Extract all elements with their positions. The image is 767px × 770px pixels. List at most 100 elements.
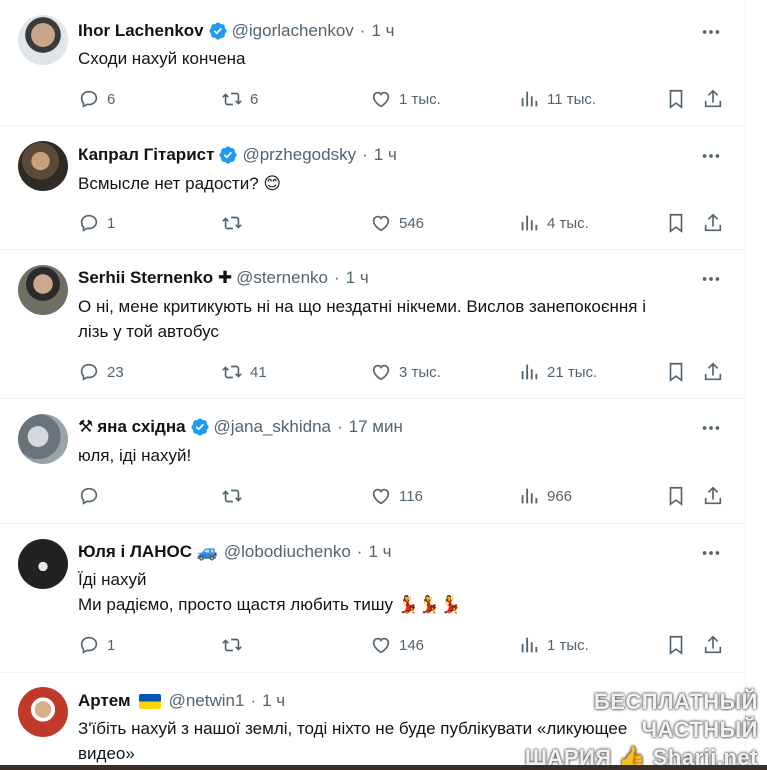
more-options-icon[interactable] bbox=[700, 417, 726, 437]
views-button[interactable]: 11 тыс. bbox=[518, 87, 596, 111]
heart-icon bbox=[372, 364, 390, 381]
bookmark-button[interactable] bbox=[665, 633, 687, 657]
timestamp[interactable]: 1 ч bbox=[368, 542, 391, 562]
share-button[interactable] bbox=[702, 484, 724, 508]
avatar[interactable] bbox=[18, 414, 68, 464]
heart-icon bbox=[372, 215, 390, 232]
reply-button[interactable]: 6 bbox=[78, 87, 115, 111]
views-icon bbox=[521, 215, 538, 231]
tweet[interactable]: Юля і ЛАНОС 🚙 @lobodiuchenko · 1 ч Їді н… bbox=[0, 524, 745, 673]
reply-button[interactable]: 1 bbox=[78, 211, 115, 235]
author-name[interactable]: Юля і ЛАНОС 🚙 bbox=[78, 542, 218, 562]
reply-icon bbox=[80, 636, 98, 654]
tweet-actions: 1 546 4 тыс. bbox=[78, 211, 728, 235]
author-name[interactable]: Ihor Lachenkov bbox=[78, 21, 204, 41]
author-handle[interactable]: @netwin1 bbox=[169, 691, 245, 711]
author-name[interactable]: Капрал Гітарист bbox=[78, 145, 214, 165]
share-icon bbox=[704, 89, 722, 108]
retweet-icon bbox=[222, 365, 242, 379]
tweet[interactable]: Капрал Гітарист @przhegodsky · 1 ч Всмыс… bbox=[0, 126, 745, 250]
views-count: 21 тыс. bbox=[547, 363, 598, 381]
author-handle[interactable]: @przhegodsky bbox=[242, 145, 356, 165]
more-options-icon[interactable] bbox=[700, 542, 726, 562]
share-button[interactable] bbox=[702, 633, 724, 657]
reply-button[interactable]: 1 bbox=[78, 633, 115, 657]
tweet[interactable]: Ihor Lachenkov @igorlachenkov · 1 ч Сход… bbox=[0, 0, 745, 126]
author-name[interactable]: яна східна bbox=[97, 417, 185, 437]
more-options-icon[interactable] bbox=[700, 21, 726, 41]
reply-button[interactable]: 23 bbox=[78, 360, 124, 384]
like-button[interactable]: 546 bbox=[370, 211, 424, 235]
like-count: 546 bbox=[399, 214, 425, 232]
tweet-text: Їді нахуй Ми радіємо, просто щастя любит… bbox=[78, 570, 462, 614]
views-button[interactable]: 1 тыс. bbox=[518, 633, 589, 657]
share-icon bbox=[704, 362, 722, 381]
reply-icon bbox=[80, 363, 98, 381]
views-icon bbox=[521, 488, 538, 504]
column-divider bbox=[745, 0, 746, 770]
reply-count: 1 bbox=[107, 636, 116, 654]
reply-button[interactable] bbox=[78, 484, 107, 508]
avatar[interactable] bbox=[18, 265, 68, 315]
like-button[interactable]: 146 bbox=[370, 633, 424, 657]
more-options-icon[interactable] bbox=[700, 145, 726, 165]
separator-dot: · bbox=[356, 542, 363, 561]
timestamp[interactable]: 1 ч bbox=[262, 691, 285, 711]
tweet-header: Артем @netwin1 · 1 ч bbox=[78, 690, 285, 712]
reply-icon bbox=[80, 90, 98, 108]
avatar[interactable] bbox=[18, 15, 68, 65]
views-button[interactable]: 4 тыс. bbox=[518, 211, 589, 235]
views-button[interactable]: 966 bbox=[518, 484, 572, 508]
tweet-text: О ні, мене критикують ні на що нездатні … bbox=[78, 297, 646, 341]
bookmark-button[interactable] bbox=[665, 87, 687, 111]
bookmark-button[interactable] bbox=[665, 211, 687, 235]
author-name[interactable]: Артем bbox=[78, 691, 131, 711]
like-count: 1 тыс. bbox=[399, 90, 441, 108]
author-handle[interactable]: @igorlachenkov bbox=[232, 21, 354, 41]
reply-count: 6 bbox=[107, 90, 116, 108]
like-count: 116 bbox=[399, 487, 423, 505]
author-handle[interactable]: @sternenko bbox=[236, 268, 328, 288]
retweet-button[interactable] bbox=[221, 484, 250, 508]
retweet-icon bbox=[222, 638, 242, 652]
share-button[interactable] bbox=[702, 211, 724, 235]
bookmark-button[interactable] bbox=[665, 484, 687, 508]
bookmark-button[interactable] bbox=[665, 360, 687, 384]
timestamp[interactable]: 1 ч bbox=[371, 21, 394, 41]
retweet-button[interactable]: 41 bbox=[221, 360, 267, 384]
avatar[interactable] bbox=[18, 141, 68, 191]
views-button[interactable]: 21 тыс. bbox=[518, 360, 597, 384]
retweet-button[interactable] bbox=[221, 633, 250, 657]
like-button[interactable]: 3 тыс. bbox=[370, 360, 441, 384]
reply-count: 23 bbox=[107, 363, 124, 381]
author-name[interactable]: Serhii Sternenko ✚ bbox=[78, 268, 232, 288]
avatar[interactable] bbox=[18, 539, 68, 589]
views-count: 11 тыс. bbox=[547, 90, 597, 108]
tweet[interactable]: ⚒ яна східна @jana_skhidna · 17 мин юля,… bbox=[0, 399, 745, 524]
timestamp[interactable]: 1 ч bbox=[374, 145, 397, 165]
watermark: БЕСПЛАТНЫЙ ЧАСТНЫЙ ШАРИЯ 👍 Sharij.net bbox=[524, 689, 758, 770]
bookmark-icon bbox=[669, 213, 683, 233]
timestamp[interactable]: 1 ч bbox=[346, 268, 369, 288]
share-icon bbox=[704, 213, 722, 232]
timestamp[interactable]: 17 мин bbox=[349, 417, 403, 437]
heart-icon bbox=[372, 637, 390, 654]
author-handle[interactable]: @jana_skhidna bbox=[214, 417, 331, 437]
like-button[interactable]: 116 bbox=[370, 484, 423, 508]
share-button[interactable] bbox=[702, 87, 724, 111]
views-count: 4 тыс. bbox=[547, 214, 589, 232]
bookmark-icon bbox=[669, 89, 683, 109]
like-count: 146 bbox=[399, 636, 425, 654]
reply-count: 1 bbox=[107, 214, 116, 232]
more-options-icon[interactable] bbox=[700, 268, 726, 288]
like-count: 3 тыс. bbox=[399, 363, 441, 381]
avatar[interactable] bbox=[18, 687, 68, 737]
share-icon bbox=[704, 635, 722, 654]
verified-badge-icon bbox=[190, 417, 210, 437]
retweet-button[interactable] bbox=[221, 211, 250, 235]
retweet-button[interactable]: 6 bbox=[221, 87, 258, 111]
tweet[interactable]: Serhii Sternenko ✚ @sternenko · 1 ч О ні… bbox=[0, 250, 745, 399]
author-handle[interactable]: @lobodiuchenko bbox=[224, 542, 351, 562]
share-button[interactable] bbox=[702, 360, 724, 384]
like-button[interactable]: 1 тыс. bbox=[370, 87, 441, 111]
